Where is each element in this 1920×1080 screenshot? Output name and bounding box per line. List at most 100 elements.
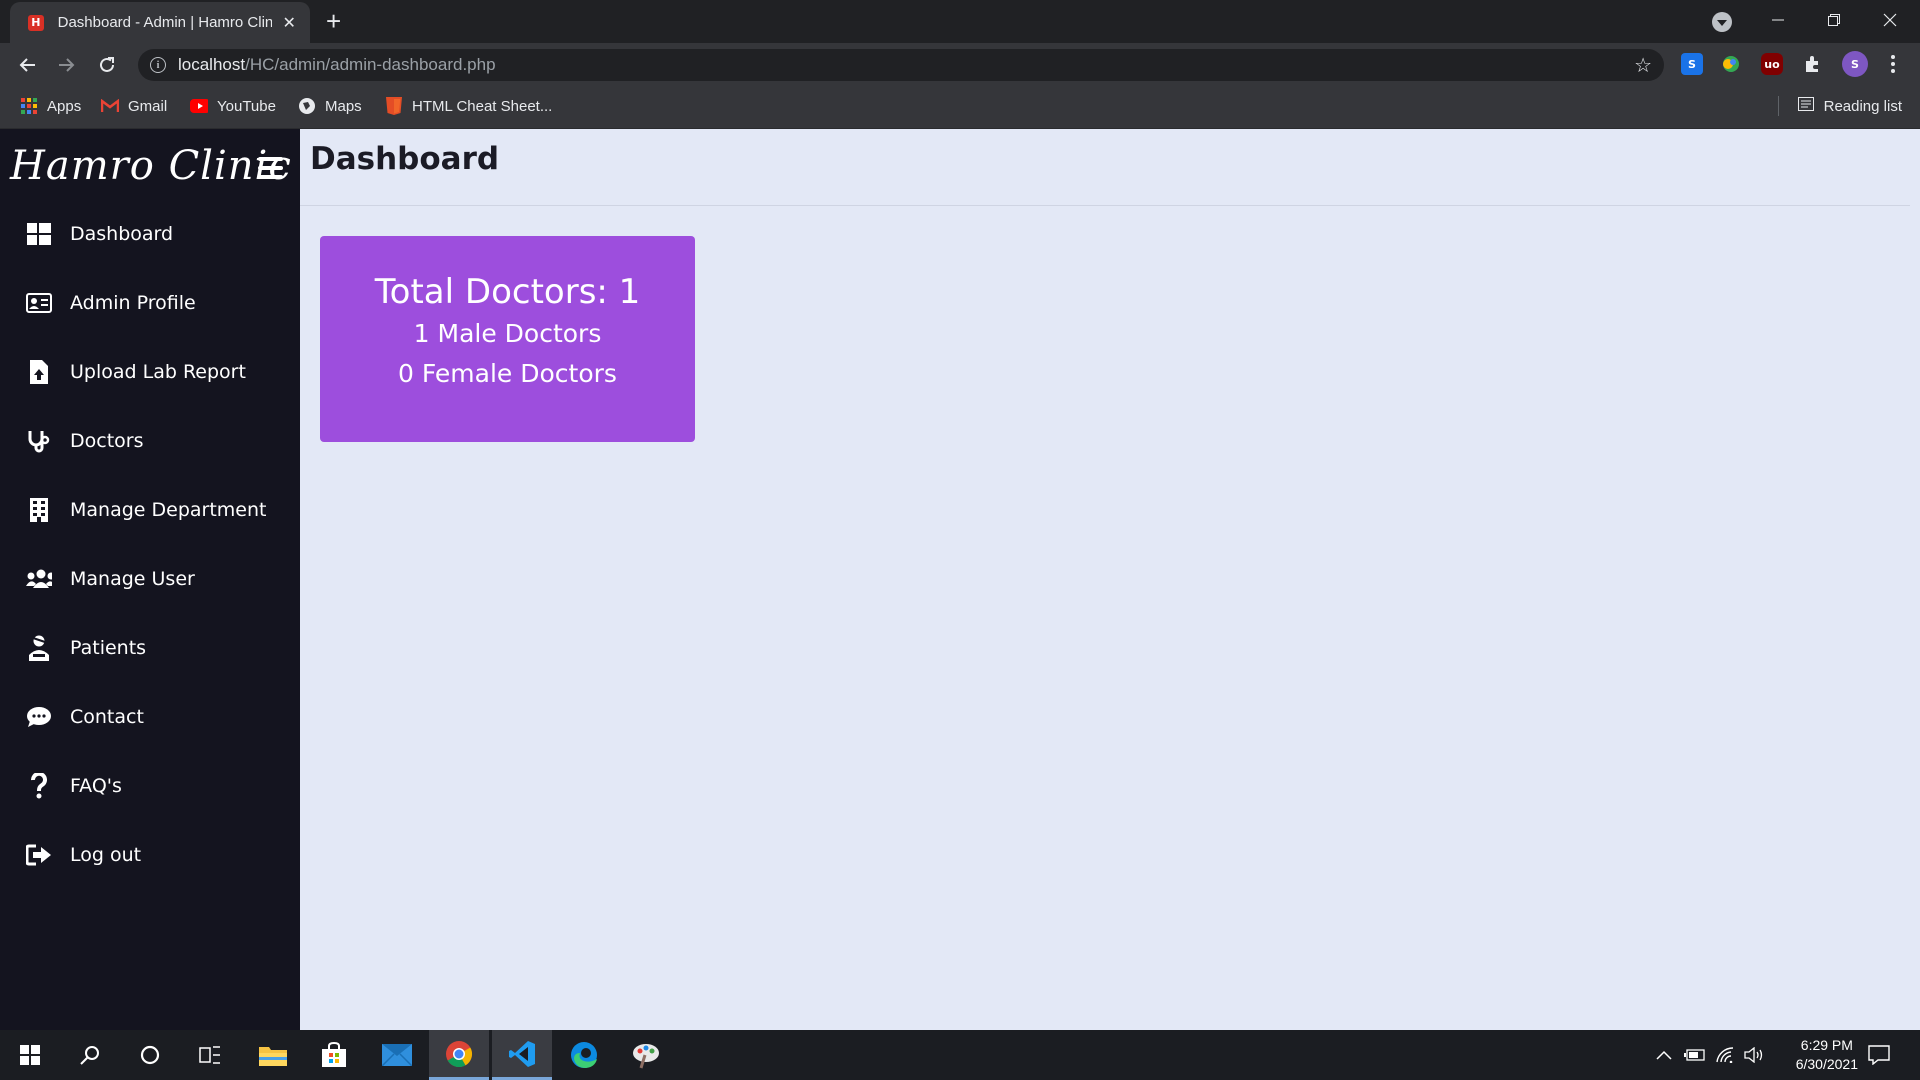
folder-icon	[259, 1047, 287, 1066]
site-info-icon[interactable]: i	[150, 57, 166, 73]
forward-button[interactable]	[51, 49, 83, 81]
bookmark-label: Maps	[325, 97, 362, 115]
hamro-clinic-favicon-icon: H	[28, 14, 44, 31]
wifi-icon[interactable]	[1716, 1030, 1736, 1080]
store-bag-icon	[322, 1042, 346, 1067]
task-view-button[interactable]	[180, 1030, 240, 1080]
brand-logo[interactable]: Hamro Clinic	[10, 143, 292, 189]
sidebar-item-label: FAQ's	[70, 774, 122, 797]
ublock-extension-icon[interactable]: uo	[1761, 53, 1783, 75]
paint-taskbar-button[interactable]	[616, 1030, 676, 1080]
file-upload-icon	[26, 359, 52, 385]
sidebar-item-manage-department[interactable]: Manage Department	[0, 475, 300, 544]
sidebar-item-label: Manage User	[70, 567, 195, 590]
battery-icon[interactable]	[1684, 1030, 1706, 1080]
browser-tab-strip: H Dashboard - Admin | Hamro Clinic ✕ +	[0, 0, 1920, 43]
back-button[interactable]	[11, 49, 43, 81]
bookmark-label: Apps	[47, 97, 82, 115]
sidebar-item-upload-lab-report[interactable]: Upload Lab Report	[0, 337, 300, 406]
sidebar-item-label: Doctors	[70, 429, 144, 452]
cortana-button[interactable]	[120, 1030, 180, 1080]
tray-overflow-chevron-icon[interactable]	[1656, 1030, 1672, 1080]
sidebar-item-doctors[interactable]: Doctors	[0, 406, 300, 475]
chrome-taskbar-button[interactable]	[429, 1030, 489, 1080]
building-icon	[26, 497, 52, 523]
profile-avatar[interactable]: S	[1842, 51, 1868, 77]
sidebar-item-label: Dashboard	[70, 222, 174, 245]
vscode-taskbar-button[interactable]	[492, 1030, 552, 1080]
system-clock[interactable]: 6:29 PM 6/30/2021	[1796, 1036, 1858, 1074]
url-host: localhost	[178, 55, 246, 74]
mail-taskbar-button[interactable]	[367, 1030, 427, 1080]
title-divider	[300, 205, 1910, 206]
address-bar[interactable]: i localhost/HC/admin/admin-dashboard.php…	[138, 49, 1664, 81]
tab-search-icon[interactable]	[1712, 12, 1732, 32]
reload-button[interactable]	[91, 49, 123, 81]
action-center-icon[interactable]	[1868, 1030, 1890, 1080]
edge-taskbar-button[interactable]	[554, 1030, 614, 1080]
clock-date: 6/30/2021	[1795, 1056, 1858, 1072]
browser-tab[interactable]: H Dashboard - Admin | Hamro Clinic ✕	[10, 2, 310, 43]
color-extension-icon[interactable]	[1720, 53, 1742, 75]
main-content: Dashboard Total Doctors: 1 1 Male Doctor…	[300, 129, 1920, 1030]
stethoscope-icon	[26, 428, 52, 454]
page-title: Dashboard	[310, 141, 500, 177]
web-page: Hamro Clinic Dashboard Admin Profile Upl…	[0, 129, 1920, 1030]
sidebar-item-log-out[interactable]: Log out	[0, 820, 300, 889]
file-explorer-taskbar-button[interactable]	[243, 1030, 303, 1080]
sidebar-item-contact[interactable]: Contact	[0, 682, 300, 751]
dashboard-grid-icon	[26, 221, 52, 247]
tab-title: Dashboard - Admin | Hamro Clinic	[57, 14, 273, 31]
id-card-icon	[26, 290, 52, 316]
bookmark-gmail[interactable]: Gmail	[101, 87, 167, 125]
sidebar-item-label: Admin Profile	[70, 291, 196, 314]
sidebar-item-faqs[interactable]: FAQ's	[0, 751, 300, 820]
maps-icon	[298, 97, 316, 115]
url-path: /HC/admin/admin-dashboard.php	[245, 55, 496, 74]
bookmark-html-cheat-sheet[interactable]: HTML Cheat Sheet...	[385, 87, 552, 125]
reading-list-button[interactable]: Reading list	[1777, 87, 1902, 125]
chrome-menu-icon[interactable]	[1882, 53, 1904, 75]
windows-start-button[interactable]	[0, 1030, 60, 1080]
minimize-button[interactable]	[1750, 0, 1806, 40]
skype-extension-icon[interactable]: S	[1681, 53, 1703, 75]
extensions-puzzle-icon[interactable]	[1802, 53, 1824, 75]
bookmark-maps[interactable]: Maps	[298, 87, 362, 125]
restore-button[interactable]	[1806, 0, 1862, 40]
bookmark-apps[interactable]: Apps	[20, 87, 81, 125]
paint-palette-icon	[633, 1044, 659, 1069]
bookmark-star-icon[interactable]: ☆	[1634, 53, 1652, 77]
reload-icon	[100, 57, 114, 72]
hamburger-menu-icon[interactable]	[258, 157, 283, 179]
back-arrow-icon	[19, 58, 35, 72]
bookmark-label: YouTube	[217, 97, 276, 115]
url-text[interactable]: localhost/HC/admin/admin-dashboard.php	[178, 55, 496, 75]
vscode-icon	[509, 1040, 535, 1067]
question-icon	[26, 772, 52, 799]
close-window-button[interactable]	[1862, 0, 1918, 40]
sidebar-item-patients[interactable]: Patients	[0, 613, 300, 682]
sidebar-item-dashboard[interactable]: Dashboard	[0, 199, 300, 268]
volume-icon[interactable]	[1744, 1030, 1764, 1080]
sidebar-menu: Dashboard Admin Profile Upload Lab Repor…	[0, 199, 300, 889]
new-tab-button[interactable]: +	[326, 6, 341, 36]
chrome-icon	[446, 1040, 473, 1067]
gmail-icon	[101, 97, 119, 115]
forward-arrow-icon	[59, 58, 75, 72]
taskbar-search-button[interactable]	[60, 1030, 120, 1080]
microsoft-store-taskbar-button[interactable]	[304, 1030, 364, 1080]
bookmark-youtube[interactable]: YouTube	[190, 87, 276, 125]
bookmark-label: HTML Cheat Sheet...	[412, 97, 553, 115]
clock-time: 6:29 PM	[1800, 1037, 1853, 1053]
female-doctors-text: 0 Female Doctors	[398, 359, 617, 388]
windows-logo-icon	[20, 1045, 40, 1065]
sidebar-item-admin-profile[interactable]: Admin Profile	[0, 268, 300, 337]
reading-list-label: Reading list	[1823, 97, 1902, 115]
tab-close-icon[interactable]: ✕	[280, 13, 298, 32]
sidebar-item-manage-user[interactable]: Manage User	[0, 544, 300, 613]
sidebar-item-label: Contact	[70, 705, 144, 728]
reading-list-icon	[1797, 97, 1814, 115]
user-injured-icon	[26, 635, 52, 661]
total-doctors-text: Total Doctors: 1	[374, 272, 641, 312]
task-view-icon	[199, 1046, 220, 1064]
